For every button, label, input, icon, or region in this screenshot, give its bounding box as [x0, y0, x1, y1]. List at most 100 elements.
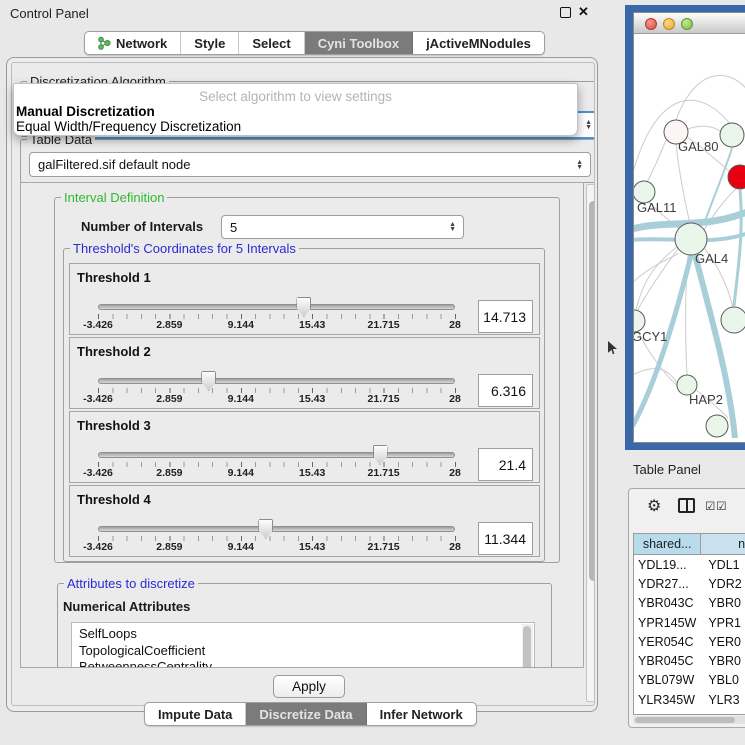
slider-tick-labels: -3.4262.8599.14415.4321.71528: [98, 393, 455, 405]
threshold-block: Threshold 1-3.4262.8599.14415.4321.71528…: [69, 263, 540, 335]
cell-shared-name[interactable]: YPR145W: [634, 613, 701, 632]
cell-name[interactable]: YPR1: [701, 613, 745, 632]
table-row[interactable]: YER054CYER0: [634, 632, 745, 651]
tick-label: 21.715: [368, 393, 400, 405]
table-row[interactable]: YLR345WYLR3: [634, 690, 745, 709]
node-label: GAL11: [637, 200, 677, 215]
network-edge[interactable]: [695, 255, 735, 438]
apply-button[interactable]: Apply: [273, 675, 345, 698]
network-edge[interactable]: [704, 148, 732, 224]
cell-name[interactable]: YBR0: [701, 594, 745, 613]
tab-impute-data[interactable]: Impute Data: [145, 703, 246, 725]
cell-name[interactable]: YIL0: [701, 709, 745, 715]
cell-shared-name[interactable]: YDR27...: [634, 574, 701, 593]
cell-shared-name[interactable]: YDL19...: [634, 555, 701, 574]
network-node[interactable]: [728, 165, 745, 189]
threshold-value-field[interactable]: 6.316: [478, 374, 533, 407]
panel-vertical-scrollbar[interactable]: [586, 184, 595, 702]
gear-icon[interactable]: ⚙: [647, 496, 661, 516]
network-edge[interactable]: [647, 138, 667, 182]
node-label: GCY1: [634, 329, 667, 344]
close-icon[interactable]: ✕: [578, 4, 589, 20]
network-node[interactable]: [721, 307, 745, 333]
node-table[interactable]: shared... na YDL19...YDL1YDR27...YDR2YBR…: [633, 533, 745, 715]
table-row[interactable]: YBR043CYBR0: [634, 594, 745, 613]
tick-label: -3.426: [83, 467, 113, 479]
zoom-traffic-icon[interactable]: [681, 18, 693, 30]
slider-track[interactable]: [98, 526, 455, 532]
network-edge[interactable]: [676, 75, 745, 120]
cell-name[interactable]: YDR2: [701, 574, 745, 593]
table-row[interactable]: YIL052CYIL0: [634, 709, 745, 715]
cell-name[interactable]: YER0: [701, 632, 745, 651]
threshold-value-field[interactable]: 21.4: [478, 448, 533, 481]
cell-shared-name[interactable]: YLR345W: [634, 690, 701, 709]
combo-arrows-icon: ▲▼: [585, 120, 592, 130]
cell-shared-name[interactable]: YBR045C: [634, 651, 701, 670]
cell-shared-name[interactable]: YBL079W: [634, 671, 701, 690]
tab-network[interactable]: Network: [85, 32, 181, 54]
network-node[interactable]: [706, 415, 728, 437]
column-header-shared-name[interactable]: shared...: [634, 534, 701, 554]
thresholds-title: Threshold's Coordinates for 5 Intervals: [70, 241, 299, 256]
table-row[interactable]: YBL079WYBL0: [634, 671, 745, 690]
table-row[interactable]: YBR045CYBR0: [634, 651, 745, 670]
tab-cyni-toolbox[interactable]: Cyni Toolbox: [305, 32, 413, 54]
tick-label: 15.43: [299, 467, 325, 479]
network-window-titlebar: [634, 13, 745, 34]
columns-icon[interactable]: [678, 498, 695, 513]
scrollbar-thumb[interactable]: [635, 717, 735, 723]
threshold-value-field[interactable]: 14.713: [478, 300, 533, 333]
tab-discretize-data[interactable]: Discretize Data: [246, 703, 366, 725]
network-window: GAL80GCGAL11GAL4GCY1HHAP2: [633, 12, 745, 443]
tab-select[interactable]: Select: [239, 32, 304, 54]
tick-label: 2.859: [156, 319, 182, 331]
network-node[interactable]: [720, 123, 744, 147]
tab-style[interactable]: Style: [181, 32, 239, 54]
float-window-icon[interactable]: [560, 7, 571, 18]
threshold-block: Threshold 3-3.4262.8599.14415.4321.71528…: [69, 411, 540, 483]
dropdown-item-equal-width-frequency[interactable]: Equal Width/Frequency Discretization: [16, 119, 241, 134]
column-header-name[interactable]: na: [701, 534, 745, 554]
threshold-value-field[interactable]: 11.344: [478, 522, 533, 555]
cell-shared-name[interactable]: YER054C: [634, 632, 701, 651]
table-data-value: galFiltered.sif default node: [38, 157, 190, 172]
network-edge[interactable]: [734, 190, 741, 306]
attribute-list-item[interactable]: BetweennessCentrality: [79, 659, 534, 668]
cell-shared-name[interactable]: YBR043C: [634, 594, 701, 613]
numerical-attributes-list[interactable]: SelfLoopsTopologicalCoefficientBetweenne…: [71, 622, 535, 668]
slider-track[interactable]: [98, 378, 455, 384]
tab-infer-network[interactable]: Infer Network: [367, 703, 476, 725]
algorithm-settings-panel: Interval Definition Number of Intervals …: [20, 182, 584, 668]
cell-name[interactable]: YDL1: [701, 555, 745, 574]
slider-track[interactable]: [98, 304, 455, 310]
table-horizontal-scrollbar[interactable]: [633, 716, 745, 724]
cell-name[interactable]: YLR3: [701, 690, 745, 709]
threshold-label: Threshold 4: [77, 492, 151, 507]
network-edge[interactable]: [688, 126, 721, 132]
table-row[interactable]: YDL19...YDL1: [634, 555, 745, 574]
network-canvas[interactable]: GAL80GCGAL11GAL4GCY1HHAP2: [634, 34, 745, 443]
checkboxes-icon[interactable]: ☑☑: [705, 499, 728, 513]
dropdown-item-manual-discretization[interactable]: Manual Discretization: [16, 104, 155, 119]
scrollbar-thumb[interactable]: [589, 201, 596, 581]
attribute-list-item[interactable]: TopologicalCoefficient: [79, 643, 534, 660]
cell-shared-name[interactable]: YIL052C: [634, 709, 701, 715]
cell-name[interactable]: YBR0: [701, 651, 745, 670]
close-traffic-icon[interactable]: [645, 18, 657, 30]
attribute-list-item[interactable]: SelfLoops: [79, 626, 534, 643]
threshold-label: Threshold 2: [77, 344, 151, 359]
attributes-scrollbar[interactable]: [522, 624, 533, 668]
minimize-traffic-icon[interactable]: [663, 18, 675, 30]
slider-track[interactable]: [98, 452, 455, 458]
table-row[interactable]: YDR27...YDR2: [634, 574, 745, 593]
number-of-intervals-combobox[interactable]: 5 ▲▼: [221, 215, 464, 239]
tab-jactivemnodules[interactable]: jActiveMNodules: [413, 32, 544, 54]
network-edge[interactable]: [636, 249, 678, 314]
table-rows: YDL19...YDL1YDR27...YDR2YBR043CYBR0YPR14…: [634, 555, 745, 715]
tab-discretize-data-label: Discretize Data: [259, 707, 352, 722]
table-row[interactable]: YPR145WYPR1: [634, 613, 745, 632]
cell-name[interactable]: YBL0: [701, 671, 745, 690]
network-edge[interactable]: [676, 144, 690, 224]
table-data-combobox[interactable]: galFiltered.sif default node ▲▼: [29, 152, 591, 177]
